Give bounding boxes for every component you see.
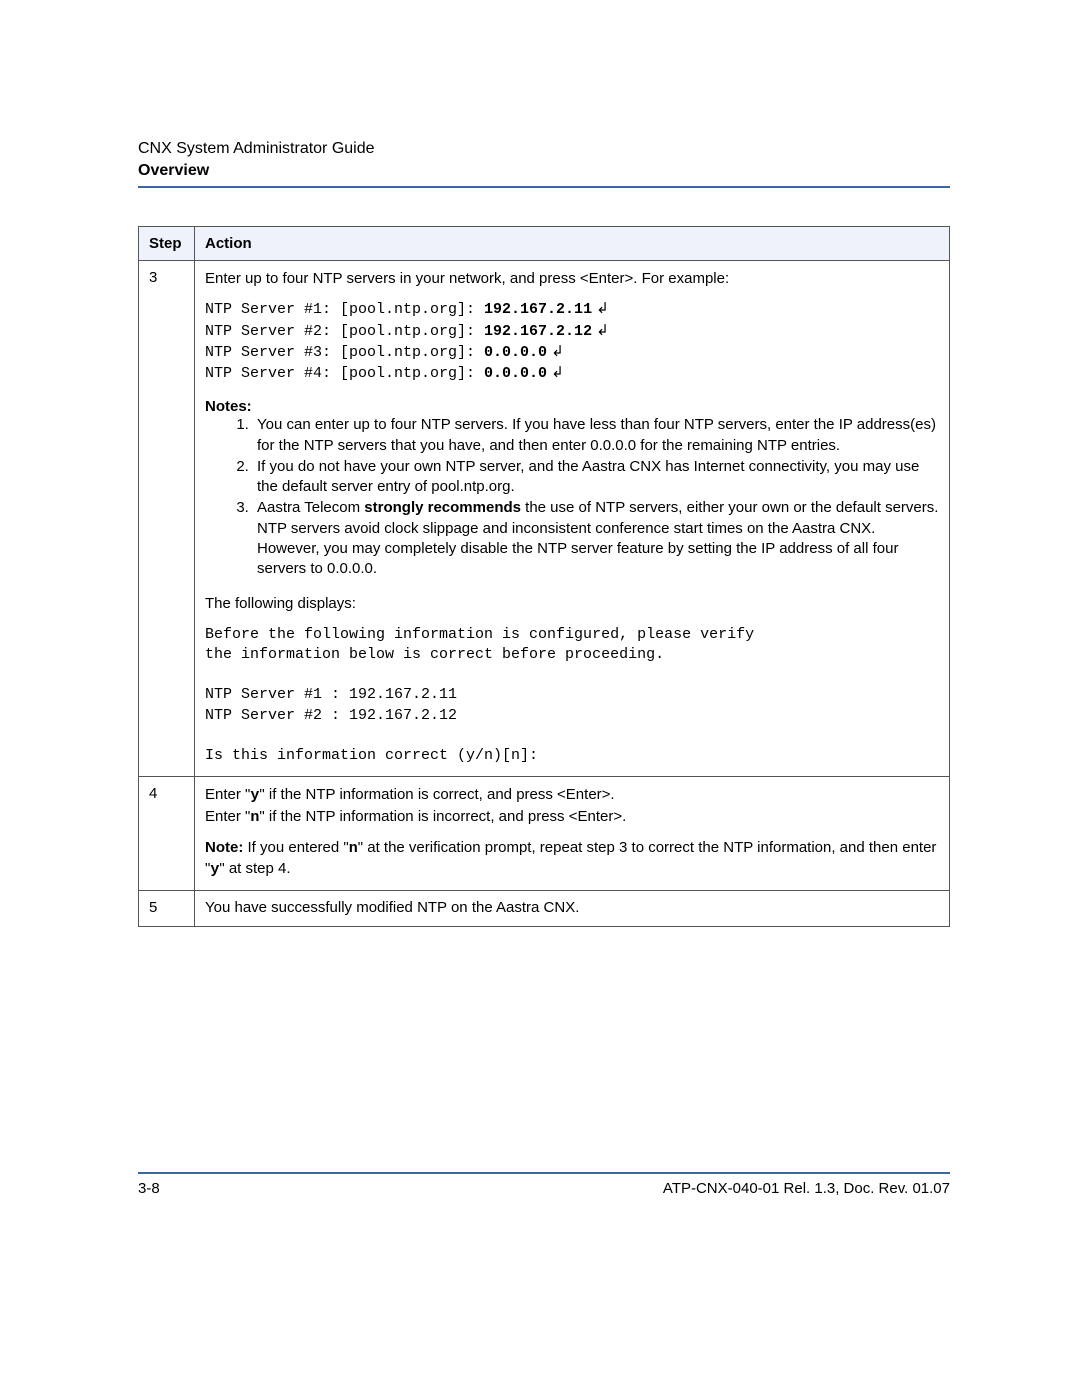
notes-label: Notes:: [205, 398, 939, 415]
enter-icon: ↲: [547, 364, 564, 381]
verify-block: Before the following information is conf…: [205, 625, 939, 767]
step-number: 5: [139, 891, 195, 927]
enter-y-line: Enter "y" if the NTP information is corr…: [205, 785, 939, 806]
list-item: You can enter up to four NTP servers. If…: [253, 415, 939, 456]
document-page: CNX System Administrator Guide Overview …: [0, 0, 1080, 927]
action-cell: Enter up to four NTP servers in your net…: [195, 261, 950, 777]
steps-table: Step Action 3 Enter up to four NTP serve…: [138, 226, 950, 927]
doc-reference: ATP-CNX-040-01 Rel. 1.3, Doc. Rev. 01.07: [663, 1180, 950, 1197]
ntp-example-block: NTP Server #1: [pool.ntp.org]: 192.167.2…: [205, 299, 939, 384]
following-displays: The following displays:: [205, 594, 939, 614]
col-action: Action: [195, 227, 950, 261]
notes-list: You can enter up to four NTP servers. If…: [205, 415, 939, 579]
step-number: 3: [139, 261, 195, 777]
table-row: 3 Enter up to four NTP servers in your n…: [139, 261, 950, 777]
action-cell: You have successfully modified NTP on th…: [195, 891, 950, 927]
note-line: Note: If you entered "n" at the verifica…: [205, 838, 939, 881]
enter-n-line: Enter "n" if the NTP information is inco…: [205, 807, 939, 828]
table-header-row: Step Action: [139, 227, 950, 261]
header-rule: [138, 186, 950, 188]
page-number: 3-8: [138, 1180, 160, 1197]
step-number: 4: [139, 777, 195, 891]
enter-icon: ↲: [592, 322, 609, 339]
intro-text: Enter up to four NTP servers in your net…: [205, 269, 939, 289]
footer-rule: [138, 1172, 950, 1174]
enter-icon: ↲: [547, 343, 564, 360]
col-step: Step: [139, 227, 195, 261]
list-item: If you do not have your own NTP server, …: [253, 457, 939, 498]
table-row: 5 You have successfully modified NTP on …: [139, 891, 950, 927]
doc-title: CNX System Administrator Guide: [138, 140, 950, 158]
success-text: You have successfully modified NTP on th…: [205, 899, 939, 916]
list-item: Aastra Telecom strongly recommends the u…: [253, 498, 939, 579]
section-title: Overview: [138, 162, 950, 180]
enter-icon: ↲: [592, 300, 609, 317]
action-cell: Enter "y" if the NTP information is corr…: [195, 777, 950, 891]
page-footer: 3-8 ATP-CNX-040-01 Rel. 1.3, Doc. Rev. 0…: [0, 1172, 1080, 1197]
table-row: 4 Enter "y" if the NTP information is co…: [139, 777, 950, 891]
